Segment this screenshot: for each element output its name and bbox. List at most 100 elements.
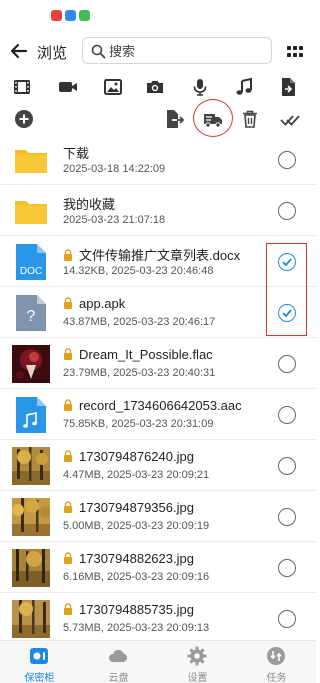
unknown-badge: ?: [27, 308, 36, 325]
file-name: 下载: [63, 146, 90, 161]
file-list: 下载 2025-03-18 14:22:09 我的收藏 2025-03-23 2…: [0, 134, 316, 640]
select-checkbox[interactable]: [278, 355, 296, 373]
film-icon[interactable]: [11, 76, 33, 98]
select-checkbox-checked[interactable]: [278, 253, 296, 271]
camera-icon[interactable]: [144, 76, 166, 98]
lock-icon: [64, 603, 72, 615]
file-meta: 5.73MB, 2025-03-23 20:09:13: [63, 622, 210, 634]
gear-icon: [186, 645, 208, 667]
album-cover-thumbnail: [12, 345, 50, 383]
microphone-icon[interactable]: [189, 76, 211, 98]
lock-icon: [64, 450, 72, 462]
vault-icon: [28, 645, 50, 667]
file-meta: 6.16MB, 2025-03-23 20:09:16: [63, 571, 210, 583]
export-icon[interactable]: [163, 108, 185, 130]
select-checkbox[interactable]: [278, 151, 296, 169]
audio-file-icon: [12, 396, 50, 434]
file-name-text: app.apk: [79, 296, 126, 311]
nav-label: 云盘: [108, 673, 129, 683]
app-dot-blue-icon: [65, 10, 76, 21]
status-bar: [0, 0, 316, 28]
file-row[interactable]: 1730794876240.jpg 4.47MB, 2025-03-23 20:…: [0, 440, 316, 491]
select-checkbox[interactable]: [278, 457, 296, 475]
nav-item-tasks[interactable]: 任务: [237, 641, 316, 683]
lock-icon: [64, 297, 72, 309]
music-icon[interactable]: [233, 76, 255, 98]
photo-thumbnail: [12, 447, 50, 485]
select-checkbox[interactable]: [278, 202, 296, 220]
file-meta: 23.79MB, 2025-03-23 20:40:31: [63, 367, 216, 379]
file-name-text: record_1734606642053.aac: [79, 398, 242, 413]
file-name: 我的收藏: [63, 197, 116, 212]
image-icon[interactable]: [102, 76, 124, 98]
file-name-text: 1730794882623.jpg: [79, 551, 194, 566]
select-checkbox[interactable]: [278, 559, 296, 577]
nav-item-settings[interactable]: 设置: [158, 641, 237, 683]
file-meta: 14.32KB, 2025-03-23 20:46:48: [63, 265, 214, 277]
file-name-text: Dream_It_Possible.flac: [79, 347, 213, 362]
select-checkbox-checked[interactable]: [278, 304, 296, 322]
app-dot-green-icon: [79, 10, 90, 21]
bottom-nav: 保密柜 云盘 设置 任务: [0, 640, 316, 683]
lock-icon: [64, 501, 72, 513]
file-meta: 2025-03-18 14:22:09: [63, 163, 166, 175]
back-arrow-icon[interactable]: [8, 40, 30, 62]
lock-icon: [64, 348, 72, 360]
file-name: 文件传输推广文章列表.docx: [63, 245, 240, 264]
nav-item-vault[interactable]: 保密柜: [0, 641, 79, 683]
file-row[interactable]: 1730794882623.jpg 6.16MB, 2025-03-23 20:…: [0, 542, 316, 593]
file-meta: 4.47MB, 2025-03-23 20:09:21: [63, 469, 210, 481]
select-checkbox[interactable]: [278, 508, 296, 526]
move-icon[interactable]: [202, 108, 224, 130]
search-icon: [91, 44, 106, 59]
doc-badge: DOC: [20, 266, 42, 277]
file-name: 1730794879356.jpg: [63, 500, 194, 515]
file-meta: 2025-03-23 21:07:18: [63, 214, 166, 226]
file-meta: 43.87MB, 2025-03-23 20:46:17: [63, 316, 216, 328]
select-checkbox[interactable]: [278, 610, 296, 628]
file-row[interactable]: 我的收藏 2025-03-23 21:07:18: [0, 185, 316, 236]
file-row[interactable]: 1730794885735.jpg 5.73MB, 2025-03-23 20:…: [0, 593, 316, 640]
video-icon[interactable]: [57, 76, 79, 98]
file-row[interactable]: DOC 文件传输推广文章列表.docx 14.32KB, 2025-03-23 …: [0, 236, 316, 287]
nav-item-cloud[interactable]: 云盘: [79, 641, 158, 683]
lock-icon: [64, 249, 72, 261]
file-name-text: 1730794885735.jpg: [79, 602, 194, 617]
folder-icon: [12, 192, 50, 230]
file-name: app.apk: [63, 296, 125, 311]
select-checkbox[interactable]: [278, 406, 296, 424]
file-name-text: 文件传输推广文章列表.docx: [79, 248, 241, 263]
file-type-bar: [0, 74, 316, 100]
search-input[interactable]: [109, 41, 259, 61]
folder-icon: [12, 141, 50, 179]
photo-thumbnail: [12, 498, 51, 536]
grid-view-icon[interactable]: [287, 44, 303, 60]
top-bar: 浏览: [0, 36, 316, 68]
nav-label: 设置: [187, 673, 208, 683]
select-all-icon[interactable]: [278, 108, 300, 130]
nav-label: 保密柜: [24, 673, 55, 683]
nav-label: 任务: [266, 673, 287, 683]
file-row[interactable]: 1730794879356.jpg 5.00MB, 2025-03-23 20:…: [0, 491, 316, 542]
unknown-file-icon: ?: [12, 294, 50, 332]
file-name-text: 1730794879356.jpg: [79, 500, 194, 515]
photo-thumbnail: [12, 600, 50, 638]
file-name-text: 1730794876240.jpg: [79, 449, 194, 464]
delete-icon[interactable]: [239, 108, 261, 130]
file-name: record_1734606642053.aac: [63, 398, 242, 413]
add-icon[interactable]: [14, 109, 34, 129]
doc-file-icon: DOC: [12, 243, 50, 281]
page-title: 浏览: [37, 45, 68, 62]
search-box[interactable]: [82, 37, 272, 64]
file-row[interactable]: ? app.apk 43.87MB, 2025-03-23 20:46:17: [0, 287, 316, 338]
file-name: 1730794882623.jpg: [63, 551, 194, 566]
cloud-icon: [107, 645, 129, 667]
lock-icon: [64, 552, 72, 564]
file-name: Dream_It_Possible.flac: [63, 347, 213, 362]
file-row[interactable]: Dream_It_Possible.flac 23.79MB, 2025-03-…: [0, 338, 316, 389]
file-name: 1730794876240.jpg: [63, 449, 194, 464]
document-icon[interactable]: [277, 76, 299, 98]
file-row[interactable]: record_1734606642053.aac 75.85KB, 2025-0…: [0, 389, 316, 440]
file-row[interactable]: 下载 2025-03-18 14:22:09: [0, 134, 316, 185]
file-meta: 75.85KB, 2025-03-23 20:31:09: [63, 418, 214, 430]
